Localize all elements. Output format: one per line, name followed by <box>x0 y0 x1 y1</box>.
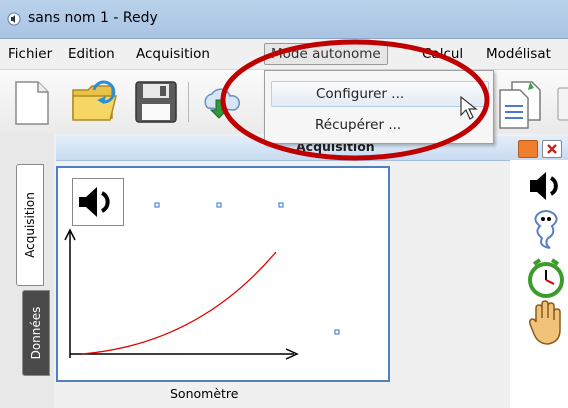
panel-minimize-button[interactable] <box>518 140 538 158</box>
plot-handle[interactable] <box>278 202 284 208</box>
menu-item-configurer[interactable]: Configurer ... <box>271 81 489 107</box>
menu-modelisation[interactable]: Modélisat <box>486 46 551 62</box>
cloud-download-icon[interactable] <box>200 86 244 126</box>
copy-document-icon[interactable] <box>498 80 542 130</box>
ghost-icon[interactable] <box>528 208 564 250</box>
window-title: sans nom 1 - Redy <box>28 10 158 26</box>
open-folder-icon[interactable] <box>70 80 120 124</box>
menu-edition[interactable]: Edition <box>68 46 115 62</box>
save-floppy-icon[interactable] <box>134 80 178 124</box>
plot-curve <box>81 251 277 355</box>
tab-donnees[interactable]: Données <box>22 290 50 376</box>
panel-close-button[interactable] <box>542 140 562 158</box>
tab-donnees-label: Données <box>29 306 43 360</box>
menu-calcul[interactable]: Calcul <box>422 46 463 62</box>
toolbar-separator <box>188 82 189 122</box>
menu-bar: Fichier Edition Acquisition Mode autonom… <box>0 39 568 70</box>
tab-acquisition[interactable]: Acquisition <box>16 164 44 286</box>
speaker-icon[interactable] <box>526 168 566 204</box>
tab-acquisition-label: Acquisition <box>23 192 37 258</box>
app-icon <box>7 12 21 26</box>
alarm-clock-icon[interactable] <box>526 256 566 300</box>
plot-handle[interactable] <box>216 202 222 208</box>
menu-fichier[interactable]: Fichier <box>8 46 52 62</box>
toolbar-partial-icon[interactable] <box>556 86 568 122</box>
menu-item-recuperer-label: Récupérer ... <box>315 117 402 133</box>
mouse-cursor-icon <box>460 96 478 120</box>
menu-mode-autonome[interactable]: Mode autonome <box>264 43 388 65</box>
plot-caption: Sonomètre <box>170 386 239 401</box>
hand-icon[interactable] <box>528 300 564 346</box>
new-document-icon[interactable] <box>14 80 50 126</box>
menu-item-recuperer[interactable]: Récupérer ... <box>271 113 487 137</box>
plot-handle[interactable] <box>334 329 340 335</box>
title-bar: sans nom 1 - Redy <box>0 0 568 39</box>
close-icon <box>547 144 557 154</box>
menu-acquisition[interactable]: Acquisition <box>136 46 210 62</box>
menu-item-configurer-label: Configurer ... <box>316 86 405 102</box>
plot-area <box>64 202 340 360</box>
plot-handle[interactable] <box>154 202 160 208</box>
side-tab-strip: Acquisition Données <box>0 134 54 408</box>
